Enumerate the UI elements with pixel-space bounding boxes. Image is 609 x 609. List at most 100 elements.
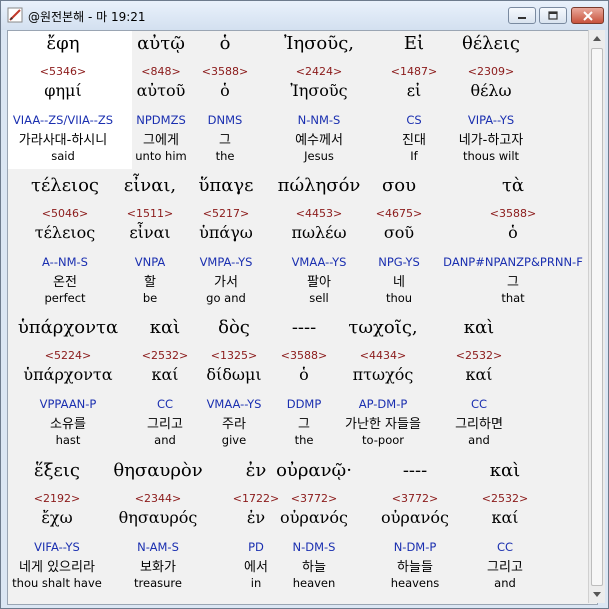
word-greek[interactable]: πώλησόν bbox=[278, 175, 361, 196]
word-greek[interactable]: εἶναι, bbox=[124, 175, 176, 196]
word-english: and bbox=[154, 433, 176, 447]
word-english: in bbox=[250, 576, 262, 590]
word-greek[interactable]: δὸς bbox=[218, 317, 250, 338]
word-parse: AP-DM-P bbox=[358, 397, 408, 411]
word-korean: 예수께서 bbox=[295, 133, 343, 148]
word-greek[interactable]: θησαυρὸν bbox=[113, 460, 202, 481]
word-strong: <848> bbox=[141, 65, 181, 78]
word-english: sell bbox=[309, 291, 329, 305]
word-greek[interactable]: ἐν bbox=[246, 460, 267, 481]
word-korean: 네가-하고자 bbox=[458, 133, 524, 148]
word-parse: N-DM-S bbox=[292, 540, 336, 554]
word-english: thou shalt have bbox=[12, 576, 102, 590]
word-greek[interactable]: ἕξεις bbox=[34, 460, 80, 481]
word-strong: <1325> bbox=[210, 349, 258, 362]
close-button[interactable] bbox=[571, 7, 604, 24]
word-english: go and bbox=[206, 291, 246, 305]
word-parse: N-NM-S bbox=[297, 113, 341, 127]
scroll-down-icon bbox=[593, 592, 601, 597]
close-icon bbox=[582, 10, 593, 21]
word-strong: <4434> bbox=[359, 349, 407, 362]
word-strong: <2532> bbox=[141, 349, 189, 362]
word-parse: DNMS bbox=[207, 113, 243, 127]
word-lemma: οὐρανός bbox=[381, 508, 449, 527]
word-english: the bbox=[215, 149, 235, 163]
word-parse: VNPA bbox=[134, 255, 166, 269]
word-korean: 네게 있으리라 bbox=[19, 560, 95, 575]
word-lemma: καί bbox=[491, 508, 519, 527]
word-english: perfect bbox=[44, 291, 86, 305]
word-greek[interactable]: ἔφη bbox=[46, 33, 79, 54]
scroll-up-button[interactable] bbox=[589, 30, 605, 47]
word-greek[interactable]: καὶ bbox=[150, 317, 180, 338]
title-bar[interactable]: @원전본해 - 마 19:21 bbox=[1, 1, 608, 30]
word-greek[interactable]: καὶ bbox=[464, 317, 494, 338]
word-greek[interactable]: ὁ bbox=[220, 33, 231, 54]
word-lemma: πτωχός bbox=[352, 365, 414, 384]
word-parse: VIPA--YS bbox=[467, 113, 515, 127]
word-greek[interactable]: ὑπάρχοντα bbox=[18, 317, 118, 338]
word-greek[interactable]: οὐρανῷ· bbox=[276, 460, 352, 481]
word-parse: VIFA--YS bbox=[34, 540, 80, 554]
word-strong: <1487> bbox=[390, 65, 438, 78]
word-parse: DDMP bbox=[286, 397, 322, 411]
word-english: heaven bbox=[292, 576, 336, 590]
word-english: and bbox=[494, 576, 516, 590]
scroll-thumb[interactable] bbox=[591, 48, 603, 586]
word-strong: <5224> bbox=[44, 349, 92, 362]
window-title: @원전본해 - 마 19:21 bbox=[28, 10, 146, 24]
word-lemma: σοῦ bbox=[383, 223, 415, 242]
word-greek[interactable]: καὶ bbox=[490, 460, 520, 481]
word-korean: 하늘 bbox=[302, 560, 326, 575]
word-lemma: ὁ bbox=[299, 365, 309, 384]
vertical-scrollbar[interactable] bbox=[588, 30, 605, 603]
word-lemma: καί bbox=[465, 365, 493, 384]
word-english: heavens bbox=[390, 576, 440, 590]
word-parse: N-DM-P bbox=[393, 540, 437, 554]
word-greek[interactable]: ---- bbox=[292, 317, 316, 338]
word-korean: 그 bbox=[219, 133, 231, 148]
word-korean: 네 bbox=[393, 275, 405, 290]
word-parse: N-AM-S bbox=[137, 540, 179, 554]
word-lemma: ἔχω bbox=[41, 508, 73, 527]
word-parse: VPPAAN-P bbox=[39, 397, 97, 411]
word-greek[interactable]: τέλειος bbox=[31, 175, 99, 196]
word-greek[interactable]: σου bbox=[382, 175, 416, 196]
word-strong: <2192> bbox=[33, 492, 81, 505]
word-greek[interactable]: τὰ bbox=[502, 175, 524, 196]
word-parse: CS bbox=[406, 113, 422, 127]
word-greek[interactable]: τωχοῖς, bbox=[348, 317, 417, 338]
word-parse: CC bbox=[496, 540, 514, 554]
word-lemma: ἐν bbox=[246, 508, 266, 527]
word-greek[interactable]: θέλεις bbox=[462, 33, 520, 54]
word-lemma: ὑπάγω bbox=[199, 223, 253, 242]
word-greek[interactable]: ---- bbox=[403, 460, 427, 481]
word-english: to-poor bbox=[361, 433, 405, 447]
word-parse: VMPA--YS bbox=[199, 255, 253, 269]
word-parse: VMAA--YS bbox=[206, 397, 262, 411]
word-greek[interactable]: Ἰησοῦς, bbox=[284, 33, 354, 54]
word-greek[interactable]: Εἰ bbox=[404, 33, 424, 54]
word-parse: VMAA--YS bbox=[291, 255, 347, 269]
minimize-button[interactable] bbox=[508, 7, 536, 24]
word-greek[interactable]: αὐτῷ bbox=[137, 33, 185, 54]
word-parse: PD bbox=[248, 540, 264, 554]
word-strong: <5217> bbox=[202, 207, 250, 220]
word-strong: <5346> bbox=[39, 65, 87, 78]
maximize-button[interactable] bbox=[539, 7, 567, 24]
word-korean: 그리고 bbox=[147, 417, 183, 432]
word-strong: <3588> bbox=[489, 207, 537, 220]
word-strong: <1722> bbox=[232, 492, 280, 505]
word-strong: <4453> bbox=[295, 207, 343, 220]
word-strong: <3588> bbox=[280, 349, 328, 362]
word-korean: 팔아 bbox=[307, 275, 331, 290]
word-english: Jesus bbox=[304, 149, 334, 163]
word-english: be bbox=[142, 291, 158, 305]
word-greek[interactable]: ὕπαγε bbox=[198, 175, 253, 196]
scroll-down-button[interactable] bbox=[589, 586, 605, 603]
app-window: @원전본해 - 마 19:21 ἔφη <5346> φημί VIAA--ZS/VI… bbox=[0, 0, 609, 609]
word-korean: 그 bbox=[298, 417, 310, 432]
word-korean: 하늘들 bbox=[397, 560, 433, 575]
word-english: hast bbox=[55, 433, 81, 447]
scroll-up-icon bbox=[593, 36, 601, 41]
